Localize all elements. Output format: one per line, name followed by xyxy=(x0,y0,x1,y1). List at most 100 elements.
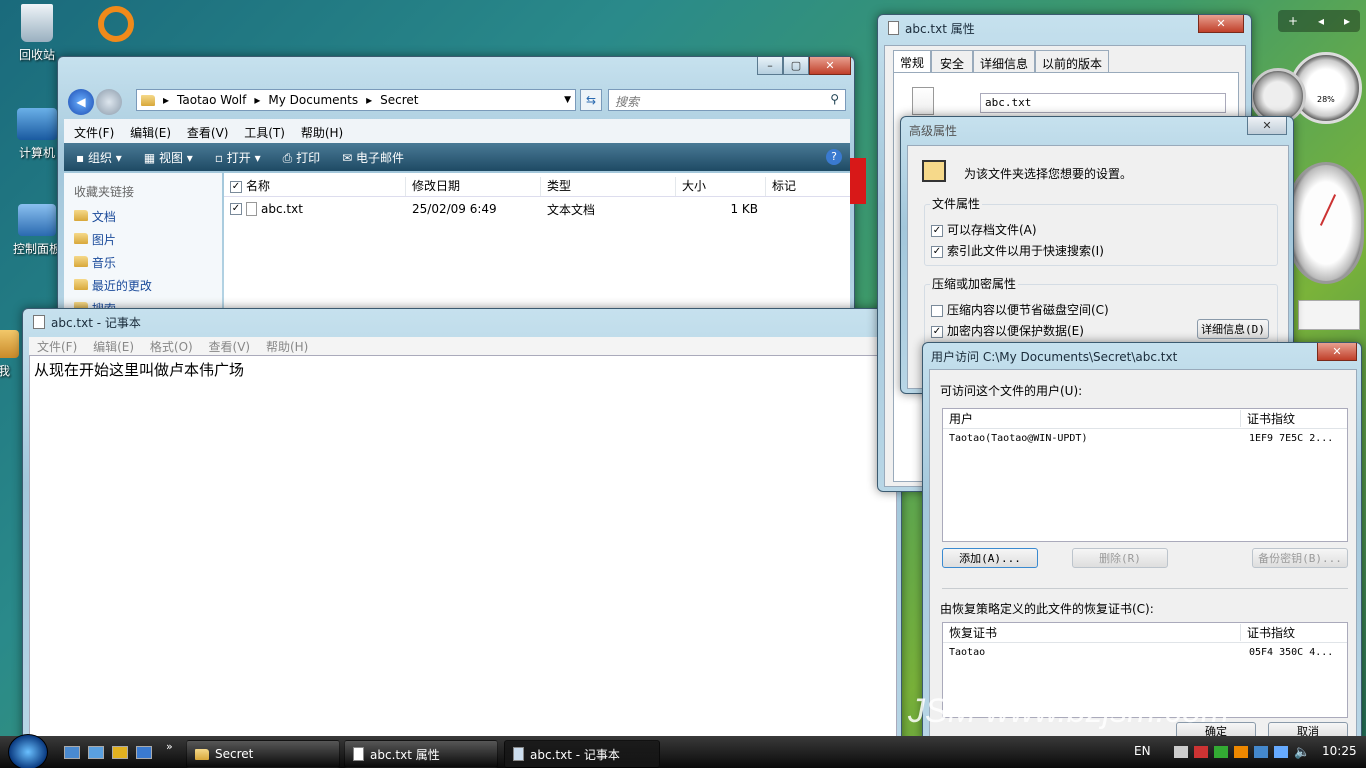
minimize-button[interactable]: – xyxy=(757,57,783,75)
archive-checkbox[interactable]: ✓ 可以存档文件(A) xyxy=(931,221,1037,238)
language-indicator[interactable]: EN xyxy=(1134,744,1151,758)
filename-field[interactable]: abc.txt xyxy=(980,93,1226,113)
show-desktop-icon[interactable] xyxy=(64,746,80,759)
start-button[interactable] xyxy=(8,734,48,768)
advanced-intro: 为该文件夹选择您想要的设置。 xyxy=(964,167,1133,181)
encrypt-checkbox[interactable]: ✓ 加密内容以便保护数据(E) xyxy=(931,322,1084,339)
favorite-recent[interactable]: 最近的更改 xyxy=(74,277,212,300)
chevron-down-icon[interactable]: ▼ xyxy=(564,95,571,105)
menu-view[interactable]: 查看(V) xyxy=(209,340,251,354)
computer-icon xyxy=(17,108,57,140)
control-panel-icon xyxy=(18,204,56,236)
tab-details[interactable]: 详细信息 xyxy=(973,50,1036,72)
menu-file[interactable]: 文件(F) xyxy=(74,126,114,140)
forward-button[interactable] xyxy=(96,89,122,115)
next-icon[interactable]: ▸ xyxy=(1344,14,1350,28)
list-item[interactable]: Taotao(Taotao@WIN-UPDT) 1EF9 7E5C 2... xyxy=(943,433,1347,444)
search-input[interactable]: 搜索 ⚲ xyxy=(608,89,846,111)
calendar-gadget[interactable] xyxy=(1298,300,1360,330)
menu-edit[interactable]: 编辑(E) xyxy=(130,126,171,140)
previous-icon[interactable]: ◂ xyxy=(1318,14,1324,28)
close-button[interactable]: ✕ xyxy=(1317,343,1357,361)
menu-edit[interactable]: 编辑(E) xyxy=(93,340,134,354)
taskbar-item-explorer[interactable]: Secret xyxy=(186,740,340,768)
search-tray-icon[interactable] xyxy=(1234,746,1248,758)
favorite-documents[interactable]: 文档 xyxy=(74,208,212,231)
tab-previous-versions[interactable]: 以前的版本 xyxy=(1035,50,1110,72)
column-thumbprint[interactable]: 证书指纹 xyxy=(1241,624,1295,641)
orange-app-icon[interactable] xyxy=(98,6,134,42)
update-icon[interactable] xyxy=(1214,746,1228,758)
column-size[interactable]: 大小 xyxy=(676,177,766,196)
close-button[interactable]: ✕ xyxy=(1247,117,1287,135)
keyboard-icon[interactable] xyxy=(1174,746,1188,758)
desktop-label: 我 xyxy=(0,364,10,378)
watermark: JSM www.bzjsm.com xyxy=(908,692,1230,730)
refresh-button[interactable]: ⇆ xyxy=(580,89,602,111)
column-date[interactable]: 修改日期 xyxy=(406,177,541,196)
network-icon[interactable] xyxy=(136,746,152,759)
breadcrumb-item[interactable]: My Documents xyxy=(268,93,358,107)
column-name[interactable]: ✓ 名称 xyxy=(224,177,406,196)
list-item[interactable]: Taotao 05F4 350C 4... xyxy=(943,647,1347,658)
desktop-icon-recycle-bin[interactable]: 回收站 xyxy=(2,4,72,63)
organize-button[interactable]: ▪ 组织 ▾ xyxy=(76,149,122,166)
notepad-content: 从现在开始这里叫做卢本伟广场 xyxy=(34,361,245,379)
address-bar[interactable]: ▸ Taotao Wolf ▸ My Documents ▸ Secret ▼ xyxy=(136,89,576,111)
breadcrumb-item[interactable]: Secret xyxy=(380,93,418,107)
quick-launch-more[interactable]: » xyxy=(166,740,173,753)
favorite-pictures[interactable]: 图片 xyxy=(74,231,212,254)
clock[interactable]: 10:25 xyxy=(1322,744,1357,758)
clock-gadget[interactable] xyxy=(1288,162,1364,284)
maximize-button[interactable]: ▢ xyxy=(783,57,809,75)
add-gadget-icon[interactable]: + xyxy=(1288,14,1298,28)
back-button[interactable]: ◀ xyxy=(68,89,94,115)
table-row[interactable]: ✓ abc.txt 25/02/09 6:49 文本文档 1 KB xyxy=(224,199,850,219)
column-thumbprint[interactable]: 证书指纹 xyxy=(1241,410,1295,427)
close-button[interactable]: ✕ xyxy=(1198,15,1244,33)
print-button[interactable]: ⎙ 打印 xyxy=(283,149,320,166)
email-button[interactable]: ✉ 电子邮件 xyxy=(342,149,404,166)
users-list[interactable]: 用户 证书指纹 Taotao(Taotao@WIN-UPDT) 1EF9 7E5… xyxy=(942,408,1348,542)
add-button[interactable]: 添加(A)... xyxy=(942,548,1038,568)
menu-help[interactable]: 帮助(H) xyxy=(301,126,343,140)
favorite-music[interactable]: 音乐 xyxy=(74,254,212,277)
help-icon[interactable]: ? xyxy=(826,149,842,165)
column-recovery-cert[interactable]: 恢复证书 xyxy=(943,624,1241,641)
security-icon[interactable] xyxy=(1194,746,1208,758)
breadcrumb-item[interactable]: Taotao Wolf xyxy=(177,93,246,107)
monitor-icon[interactable] xyxy=(1254,746,1268,758)
column-headers: ✓ 名称 修改日期 类型 大小 标记 xyxy=(224,177,850,197)
taskbar-item-properties[interactable]: abc.txt 属性 xyxy=(344,740,498,768)
column-tag[interactable]: 标记 xyxy=(766,177,850,196)
views-button[interactable]: ▦ 视图 ▾ xyxy=(144,149,193,166)
column-user[interactable]: 用户 xyxy=(943,410,1241,427)
breadcrumb-sep: ▸ xyxy=(163,93,170,107)
breadcrumb-sep: ▸ xyxy=(366,93,373,107)
open-button[interactable]: ▫ 打开 ▾ xyxy=(215,149,261,166)
backup-keys-button[interactable]: 备份密钥(B)... xyxy=(1252,548,1348,568)
compress-checkbox[interactable]: 压缩内容以便节省磁盘空间(C) xyxy=(931,301,1109,318)
details-button[interactable]: 详细信息(D) xyxy=(1197,319,1269,339)
remove-button[interactable]: 删除(R) xyxy=(1072,548,1168,568)
menu-view[interactable]: 查看(V) xyxy=(187,126,229,140)
tab-general[interactable]: 常规 xyxy=(893,50,932,72)
menu-help[interactable]: 帮助(H) xyxy=(266,340,308,354)
index-checkbox[interactable]: ✓ 索引此文件以用于快速搜索(I) xyxy=(931,242,1104,259)
file-size: 1 KB xyxy=(730,202,758,216)
volume-icon[interactable]: 🔈 xyxy=(1294,745,1310,760)
menu-tools[interactable]: 工具(T) xyxy=(244,126,285,140)
network-tray-icon[interactable] xyxy=(1274,746,1288,758)
taskbar-item-notepad[interactable]: abc.txt - 记事本 xyxy=(504,740,660,768)
search-icon[interactable]: ⚲ xyxy=(830,92,839,106)
tab-security[interactable]: 安全 xyxy=(931,50,974,72)
notepad-text-area[interactable]: 从现在开始这里叫做卢本伟广场 xyxy=(29,355,897,747)
users-label: 可访问这个文件的用户(U): xyxy=(940,384,1083,398)
close-button[interactable]: ✕ xyxy=(809,57,851,75)
menu-format[interactable]: 格式(O) xyxy=(150,340,193,354)
switch-windows-icon[interactable] xyxy=(88,746,104,759)
file-type: 文本文档 xyxy=(547,202,596,217)
column-type[interactable]: 类型 xyxy=(541,177,676,196)
menu-file[interactable]: 文件(F) xyxy=(37,340,77,354)
media-player-icon[interactable] xyxy=(112,746,128,759)
